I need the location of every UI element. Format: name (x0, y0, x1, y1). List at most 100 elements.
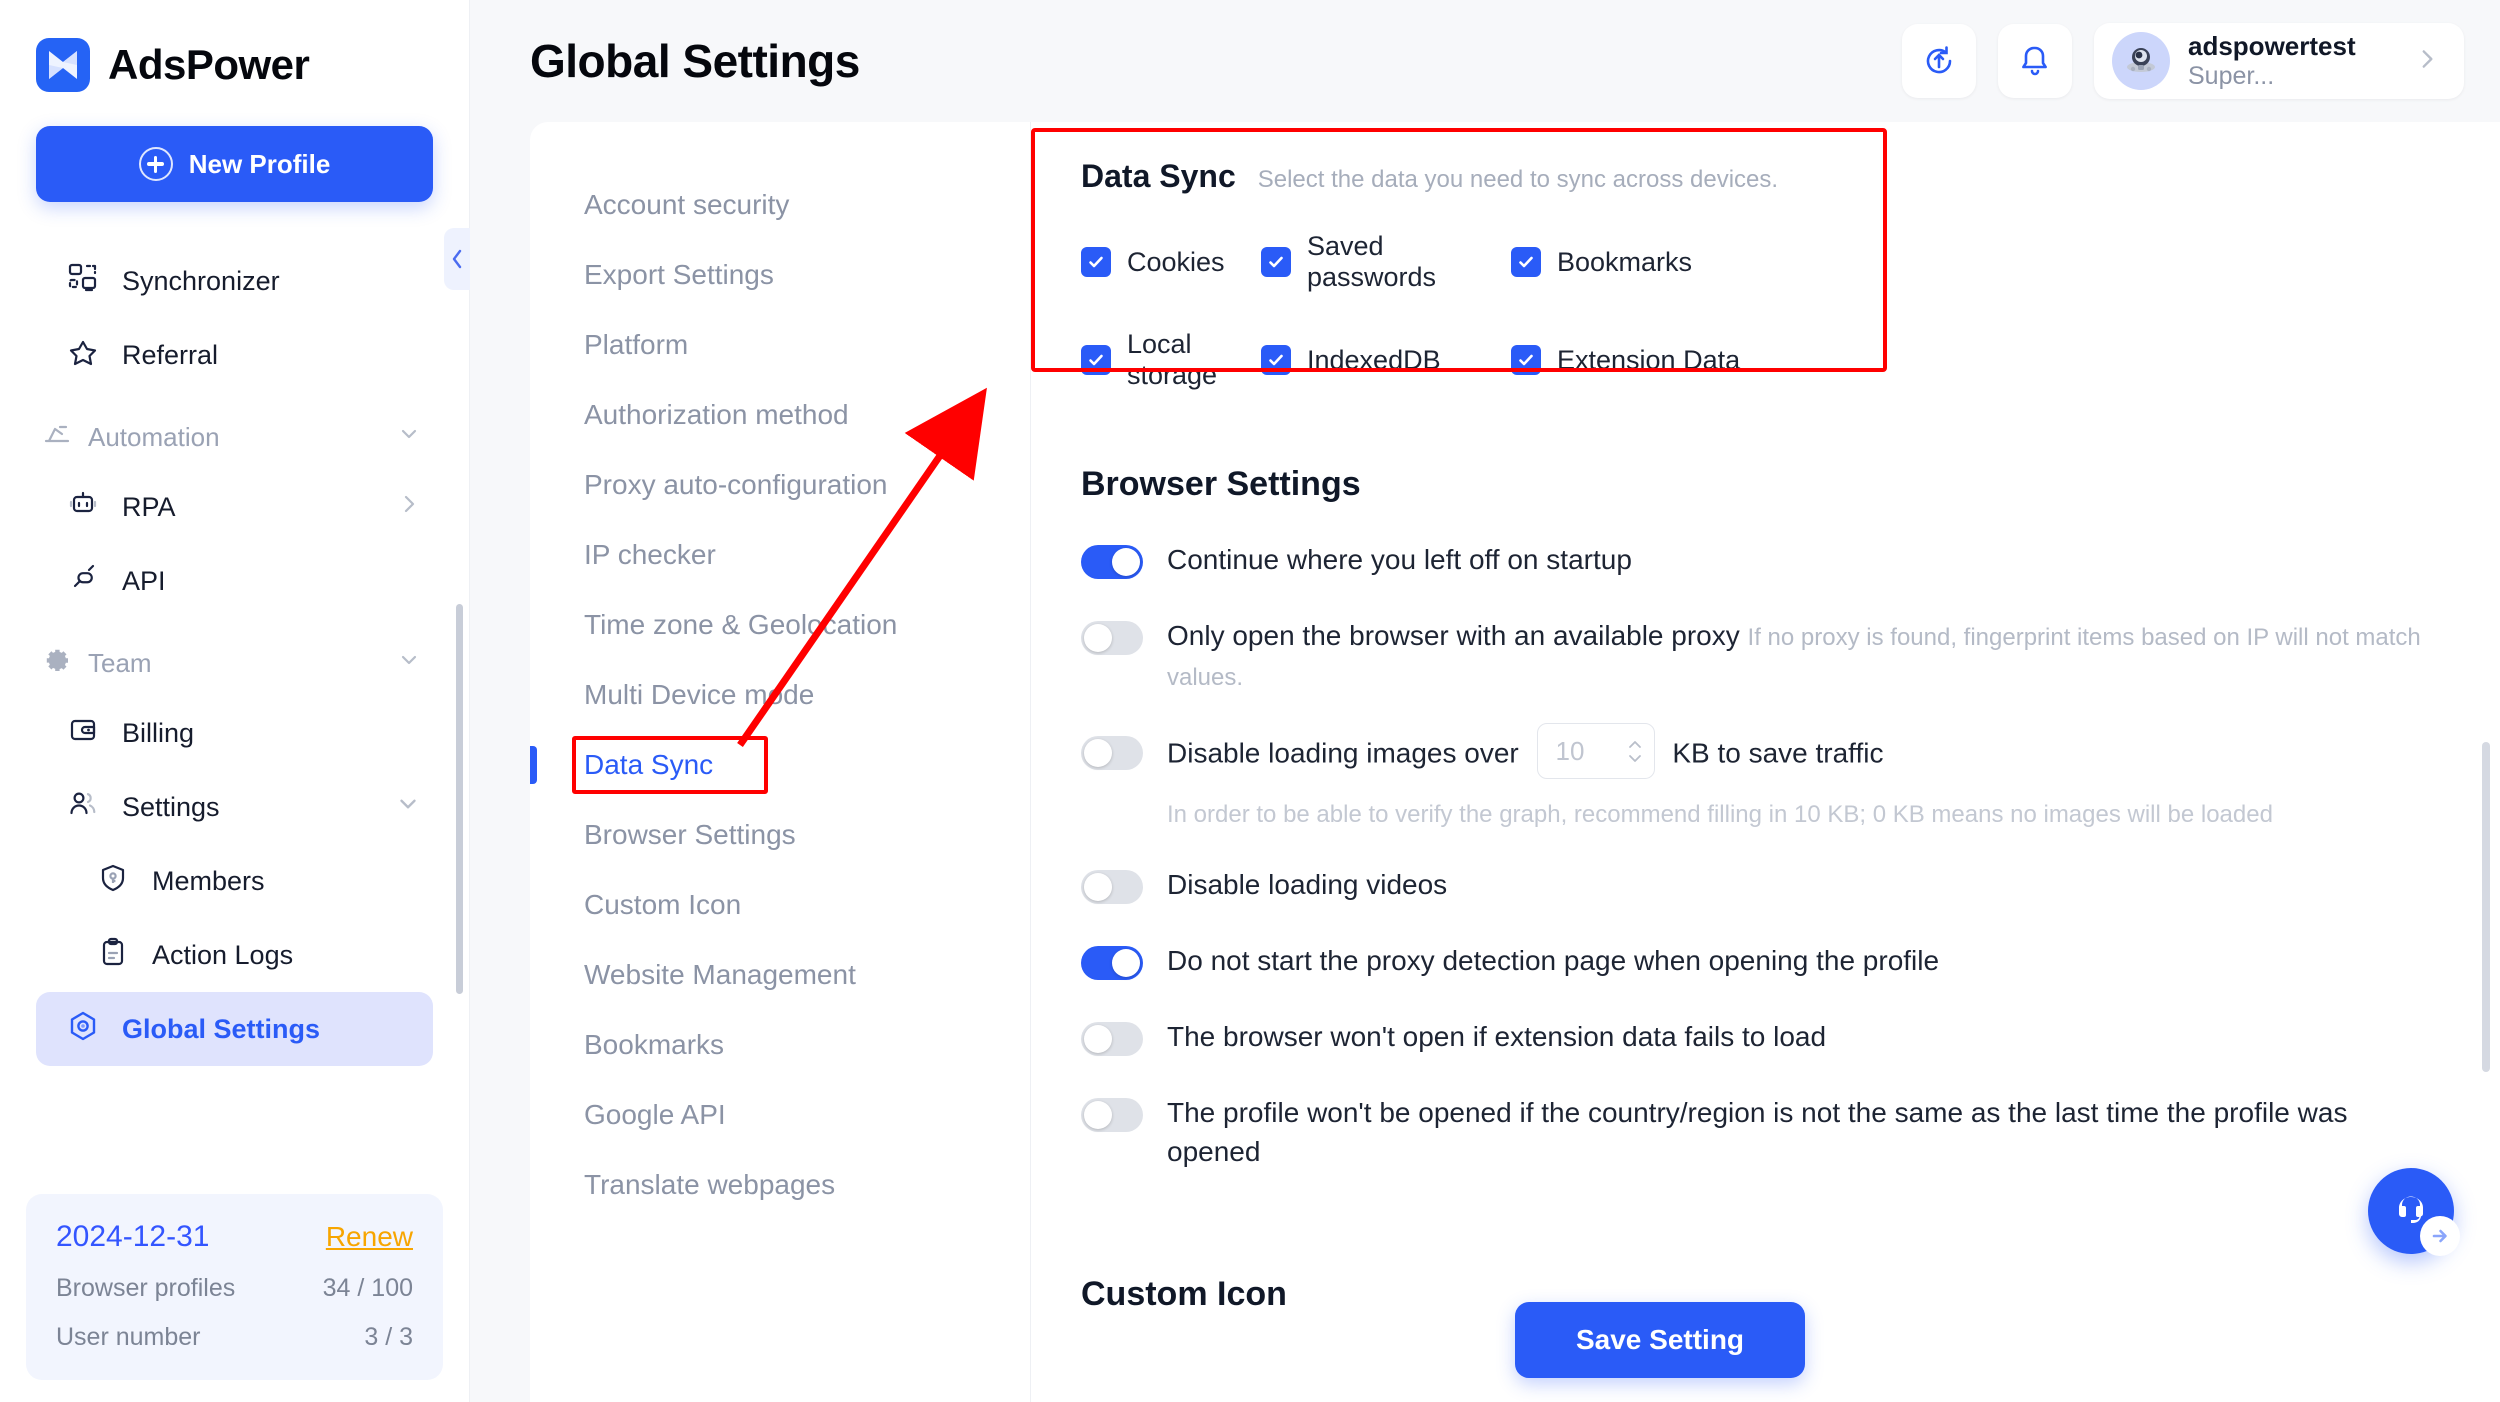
toggle-country-region-mismatch[interactable] (1081, 1097, 1143, 1132)
settings-menu-item-translate-webpages[interactable]: Translate webpages (530, 1150, 1030, 1220)
star-icon (66, 335, 100, 376)
sidebar-item-label: RPA (122, 491, 176, 522)
plan-row-value: 3 / 3 (364, 1323, 413, 1351)
setting-row-only-open-with-proxy: Only open the browser with an available … (1081, 616, 2430, 696)
checkbox-local-storage[interactable]: Local storage (1081, 329, 1261, 391)
sidebar-group-label: Team (88, 647, 152, 678)
sidebar-scrollbar[interactable] (456, 604, 463, 994)
plan-expiry-date: 2024-12-31 (56, 1220, 210, 1253)
stepper-arrows[interactable] (1626, 739, 1644, 764)
checkbox-indexeddb[interactable]: IndexedDB (1261, 329, 1511, 391)
sidebar-group-label: Automation (88, 421, 220, 452)
sidebar-collapse-toggle[interactable] (444, 228, 470, 290)
menu-item-label: Account security (584, 189, 790, 220)
new-profile-button[interactable]: New Profile (36, 126, 433, 202)
topbar: Global Settings adspowertest Super... (470, 0, 2500, 122)
settings-menu-item-ip-checker[interactable]: IP checker (530, 520, 1030, 590)
support-button[interactable] (2368, 1168, 2460, 1256)
sidebar-item-label: API (122, 565, 166, 596)
toggle-knob (1084, 623, 1112, 652)
settings-menu-item-account-security[interactable]: Account security (530, 170, 1030, 240)
clipboard-icon (96, 935, 130, 976)
setting-row-continue-where-left-off: Continue where you left off on startup (1081, 540, 2430, 580)
settings-menu-item-data-sync[interactable]: Data Sync (530, 730, 1030, 800)
settings-menu-item-time-zone-geolocation[interactable]: Time zone & Geolocation (530, 590, 1030, 660)
checkbox-label: Cookies (1127, 246, 1225, 277)
settings-panel: Data Sync Select the data you need to sy… (1030, 122, 2500, 1402)
sidebar-item-action-logs[interactable]: Action Logs (36, 918, 433, 992)
notifications-button[interactable] (1998, 24, 2072, 98)
checkbox-label: IndexedDB (1307, 344, 1441, 375)
sidebar-item-members[interactable]: Members (36, 844, 433, 918)
user-role: Super... (2188, 61, 2275, 90)
menu-item-label: Platform (584, 329, 689, 360)
brand: AdsPower (0, 0, 469, 92)
menu-item-label: Custom Icon (584, 889, 742, 920)
setting-label: Only open the browser with an available … (1167, 619, 1740, 651)
image-size-stepper[interactable]: 10 (1536, 723, 1655, 780)
sidebar-group-automation[interactable]: Automation (36, 406, 433, 468)
users-icon (66, 787, 100, 828)
user-name: adspowertest (2188, 30, 2356, 61)
chevron-down-icon (397, 648, 421, 679)
toggle-no-proxy-detection-page[interactable] (1081, 946, 1143, 980)
settings-menu-item-proxy-auto-configuration[interactable]: Proxy auto-configuration (530, 450, 1030, 520)
custom-icon-title: Custom Icon (1081, 1275, 1287, 1313)
sync-upload-button[interactable] (1902, 24, 1976, 98)
menu-item-label: Bookmarks (584, 1029, 725, 1060)
settings-menu-item-custom-icon[interactable]: Custom Icon (530, 870, 1030, 940)
main-area: Global Settings adspowertest Super... Ac… (470, 0, 2500, 1402)
checkbox-label: Bookmarks (1557, 246, 1693, 277)
settings-menu-item-authorization-method[interactable]: Authorization method (530, 380, 1030, 450)
browser-settings-title: Browser Settings (1081, 465, 1361, 503)
data-sync-options: Cookies Saved passwords Bookmarks Local … (1081, 231, 2430, 391)
renew-link[interactable]: Renew (326, 1221, 413, 1253)
save-setting-button[interactable]: Save Setting (1515, 1302, 1805, 1378)
settings-menu-item-platform[interactable]: Platform (530, 310, 1030, 380)
sidebar-item-label: Members (152, 865, 265, 896)
settings-menu-item-google-api[interactable]: Google API (530, 1080, 1030, 1150)
checkmark-icon (1081, 345, 1111, 375)
toggle-extension-data-fail[interactable] (1081, 1021, 1143, 1056)
setting-row-disable-loading-images: Disable loading images over 10 KB to sav… (1081, 723, 2430, 780)
sidebar-item-api[interactable]: API (36, 544, 433, 618)
checkbox-cookies[interactable]: Cookies (1081, 231, 1261, 293)
sync-upload-icon (1926, 46, 1952, 74)
checkmark-icon (1261, 247, 1291, 277)
toggle-only-open-with-proxy[interactable] (1081, 620, 1143, 655)
sidebar-item-rpa[interactable]: RPA (36, 470, 433, 544)
menu-item-label: Translate webpages (584, 1169, 836, 1200)
sidebar-item-global-settings[interactable]: Global Settings (36, 992, 433, 1066)
data-sync-section: Data Sync Select the data you need to sy… (1031, 122, 2500, 391)
sidebar-item-referral[interactable]: Referral (36, 318, 433, 392)
sidebar-item-synchronizer[interactable]: Synchronizer (36, 244, 433, 318)
checkbox-bookmarks[interactable]: Bookmarks (1511, 231, 1692, 293)
adspower-logo-icon (36, 38, 90, 92)
checkmark-icon (1081, 247, 1111, 277)
sidebar-item-settings[interactable]: Settings (36, 770, 433, 844)
plan-card: 2024-12-31 Renew Browser profiles 34 / 1… (26, 1194, 443, 1380)
sidebar-item-billing[interactable]: Billing (36, 696, 433, 770)
sidebar-item-label: Synchronizer (122, 265, 280, 296)
user-menu[interactable]: adspowertest Super... (2094, 23, 2464, 99)
chevron-down-icon (1628, 754, 1641, 762)
browser-settings-section: Browser Settings Continue where you left… (1031, 465, 2500, 1172)
menu-item-label: Browser Settings (584, 819, 796, 850)
shield-key-icon (96, 861, 130, 902)
menu-item-label: Time zone & Geolocation (584, 609, 898, 640)
checkbox-saved-passwords[interactable]: Saved passwords (1261, 231, 1511, 293)
settings-menu-item-browser-settings[interactable]: Browser Settings (530, 800, 1030, 870)
settings-menu-item-export-settings[interactable]: Export Settings (530, 240, 1030, 310)
settings-menu-item-website-management[interactable]: Website Management (530, 940, 1030, 1010)
sidebar-group-team[interactable]: Team (36, 632, 433, 694)
chevron-right-icon (397, 492, 421, 523)
toggle-continue-where-left-off[interactable] (1081, 545, 1143, 579)
toggle-disable-loading-videos[interactable] (1081, 870, 1143, 905)
checkbox-extension-data[interactable]: Extension Data (1511, 329, 1740, 391)
menu-item-label: Data Sync (584, 749, 714, 780)
settings-menu-item-multi-device-mode[interactable]: Multi Device mode (530, 660, 1030, 730)
settings-menu-item-bookmarks[interactable]: Bookmarks (530, 1010, 1030, 1080)
panel-scrollbar[interactable] (2482, 742, 2490, 1072)
checkmark-icon (1261, 345, 1291, 375)
toggle-disable-loading-images[interactable] (1081, 736, 1143, 771)
